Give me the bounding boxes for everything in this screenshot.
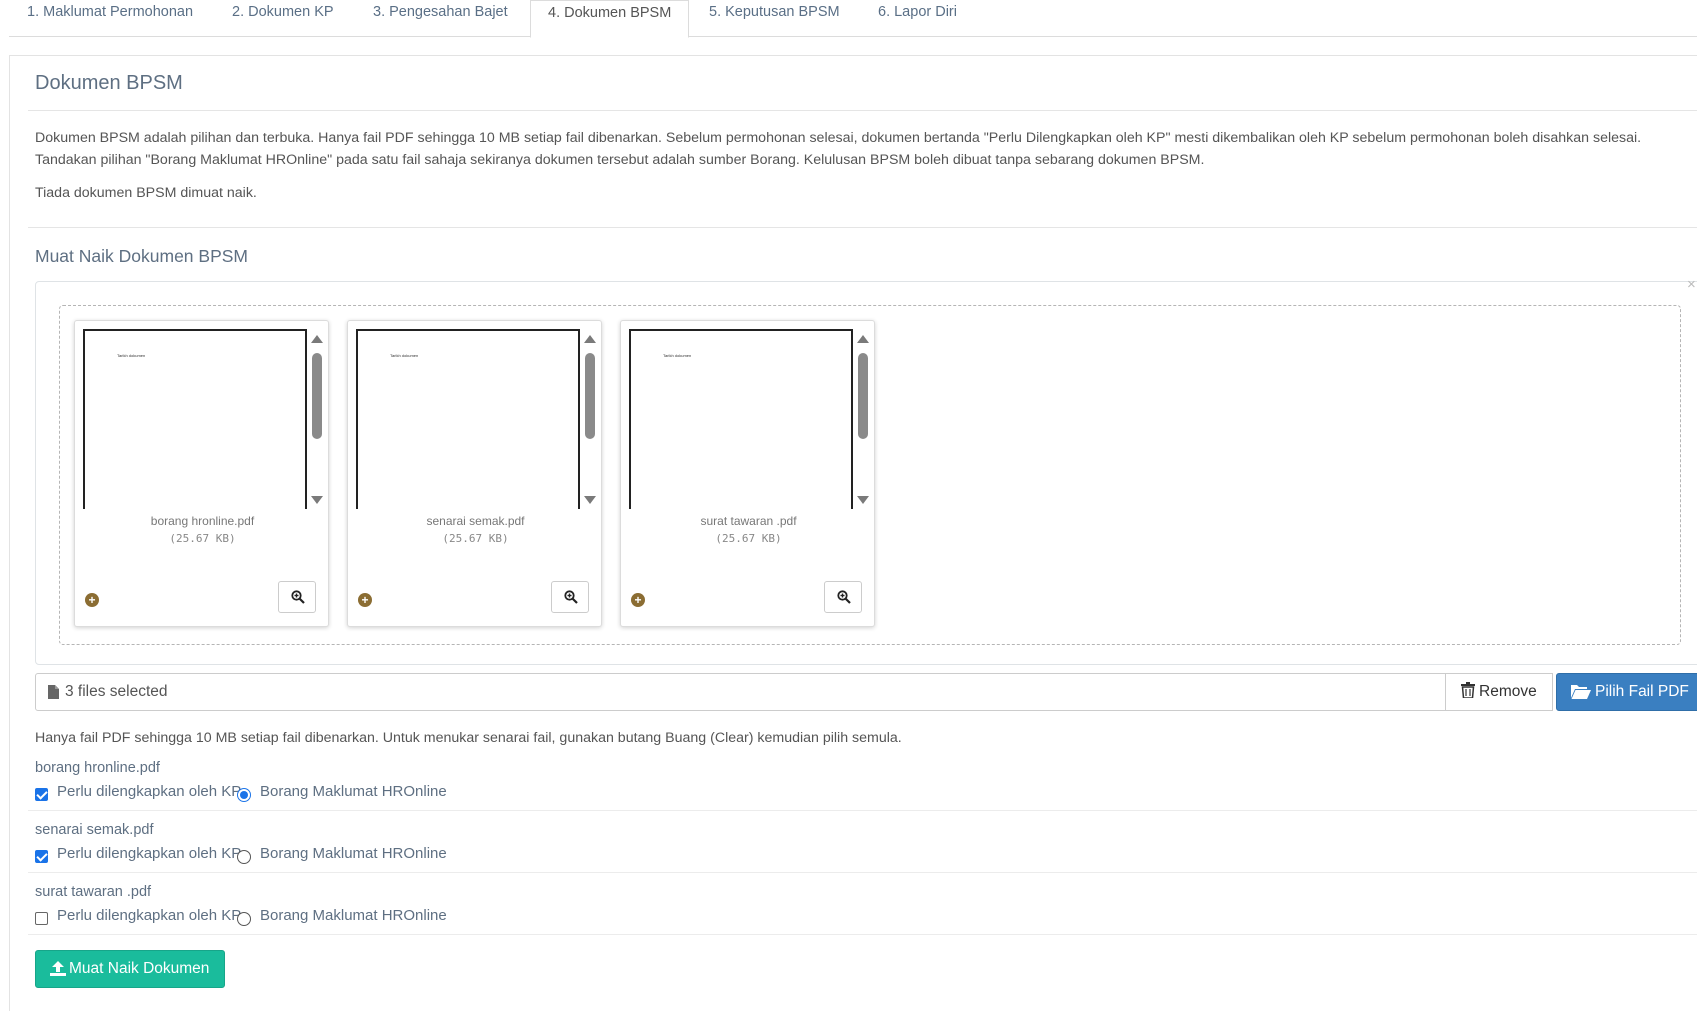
pdf-page-text: Tarikh dokumen <box>663 353 692 358</box>
tab-maklumat-permohonan[interactable]: 1. Maklumat Permohonan <box>27 0 193 37</box>
plus-circle-icon[interactable]: + <box>631 593 645 607</box>
files-selected-text: 3 files selected <box>65 683 168 700</box>
remove-label: Remove <box>1479 683 1537 700</box>
preview-scrollbar[interactable] <box>308 329 326 509</box>
file-selection-field[interactable]: 3 files selected <box>35 673 1446 711</box>
remove-button[interactable]: Remove <box>1445 673 1553 711</box>
borang-hronline-label[interactable]: Borang Maklumat HROnline <box>260 783 447 800</box>
zoom-in-icon <box>564 590 578 604</box>
tab-dokumen-kp[interactable]: 2. Dokumen KP <box>232 0 334 37</box>
upload-documents-button[interactable]: Muat Naik Dokumen <box>35 950 225 988</box>
preview-scrollbar[interactable] <box>854 329 872 509</box>
folder-open-icon <box>1571 685 1591 699</box>
borang-hronline-label[interactable]: Borang Maklumat HROnline <box>260 845 447 862</box>
preview-file-size: (25.67 KB) <box>715 532 782 545</box>
perlu-dilengkapkan-checkbox[interactable] <box>35 912 48 925</box>
borang-hronline-radio[interactable] <box>237 912 251 926</box>
preview-file-name: senarai semak.pdf <box>426 514 525 528</box>
preview-file-size: (25.67 KB) <box>442 532 509 545</box>
perlu-dilengkapkan-label[interactable]: Perlu dilengkapkan oleh KP <box>57 845 241 862</box>
empty-notice: Tiada dokumen BPSM dimuat naik. <box>35 185 257 201</box>
borang-hronline-radio[interactable] <box>237 850 251 864</box>
upload-icon <box>50 961 66 976</box>
borang-hronline-radio[interactable] <box>237 788 251 802</box>
upload-help-text: Hanya fail PDF sehingga 10 MB setiap fai… <box>35 730 902 746</box>
description-line-2: Tandakan pilihan "Borang Maklumat HROnli… <box>35 152 1205 168</box>
file-preview-card: Tarikh dokumen senarai semak.pdf (25.67 … <box>347 320 602 627</box>
pdf-page-text: Tarikh dokumen <box>390 353 419 358</box>
divider <box>28 872 1697 873</box>
zoom-button[interactable] <box>824 581 862 613</box>
preview-file-name: borang hronline.pdf <box>150 514 255 528</box>
pdf-page-text: Tarikh dokumen <box>117 353 146 358</box>
borang-hronline-label[interactable]: Borang Maklumat HROnline <box>260 907 447 924</box>
zoom-button[interactable] <box>278 581 316 613</box>
divider <box>28 810 1697 811</box>
preview-file-name: surat tawaran .pdf <box>700 514 797 528</box>
file-preview-card: Tarikh dokumen borang hronline.pdf (25.6… <box>74 320 329 627</box>
preview-file-size: (25.67 KB) <box>169 532 236 545</box>
upload-title: Muat Naik Dokumen BPSM <box>35 246 248 266</box>
divider <box>28 934 1697 935</box>
preview-scrollbar[interactable] <box>581 329 599 509</box>
pdf-preview-frame[interactable]: Tarikh dokumen <box>83 329 307 509</box>
zoom-in-icon <box>291 590 305 604</box>
perlu-dilengkapkan-label[interactable]: Perlu dilengkapkan oleh KP <box>57 783 241 800</box>
file-preview-card: Tarikh dokumen surat tawaran .pdf (25.67… <box>620 320 875 627</box>
perlu-dilengkapkan-checkbox[interactable] <box>35 850 48 863</box>
file-list-name: senarai semak.pdf <box>35 822 154 838</box>
trash-icon <box>1461 682 1475 698</box>
zoom-button[interactable] <box>551 581 589 613</box>
tab-dokumen-bpsm[interactable]: 4. Dokumen BPSM <box>530 0 689 38</box>
divider <box>28 227 1697 228</box>
pdf-preview-frame[interactable]: Tarikh dokumen <box>629 329 853 509</box>
upload-documents-label: Muat Naik Dokumen <box>69 960 210 977</box>
perlu-dilengkapkan-checkbox[interactable] <box>35 788 48 801</box>
zoom-in-icon <box>837 590 851 604</box>
section-title: Dokumen BPSM <box>35 72 183 94</box>
divider <box>28 110 1697 111</box>
file-list-name: surat tawaran .pdf <box>35 884 152 900</box>
choose-pdf-label: Pilih Fail PDF <box>1595 683 1689 700</box>
plus-circle-icon[interactable]: + <box>85 593 99 607</box>
perlu-dilengkapkan-label[interactable]: Perlu dilengkapkan oleh KP <box>57 907 241 924</box>
close-icon[interactable]: × <box>1687 276 1696 293</box>
file-icon <box>48 685 59 699</box>
choose-pdf-button[interactable]: Pilih Fail PDF <box>1556 673 1697 711</box>
tab-lapor-diri[interactable]: 6. Lapor Diri <box>878 0 957 37</box>
description-line-1: Dokumen BPSM adalah pilihan dan terbuka.… <box>35 130 1642 146</box>
file-list-name: borang hronline.pdf <box>35 760 160 776</box>
plus-circle-icon[interactable]: + <box>358 593 372 607</box>
tab-bar: 1. Maklumat Permohonan 2. Dokumen KP 3. … <box>9 0 1697 38</box>
tab-keputusan-bpsm[interactable]: 5. Keputusan BPSM <box>709 0 840 37</box>
pdf-preview-frame[interactable]: Tarikh dokumen <box>356 329 580 509</box>
tab-pengesahan-bajet[interactable]: 3. Pengesahan Bajet <box>373 0 508 37</box>
